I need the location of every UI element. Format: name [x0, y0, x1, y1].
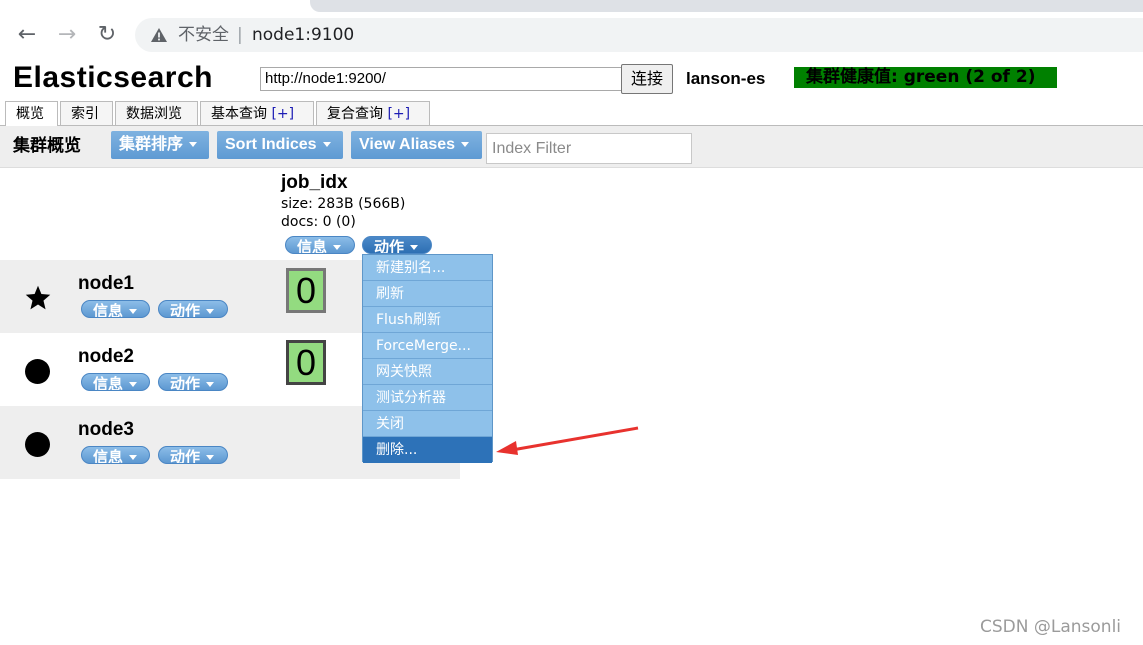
tab-label: 复合查询 — [327, 106, 383, 122]
button-label: 集群排序 — [119, 136, 184, 153]
caret-down-icon — [206, 309, 215, 314]
tab-label: 索引 — [71, 106, 99, 122]
app-title: Elasticsearch — [13, 61, 213, 94]
circle-icon — [25, 359, 50, 384]
tab-label: 数据浏览 — [126, 106, 182, 122]
index-action-menu: 新建别名... 刷新 Flush刷新 ForceMerge... 网关快照 测试… — [362, 254, 493, 463]
node-name: node3 — [78, 419, 134, 440]
node-info-button[interactable]: 信息 — [81, 446, 150, 464]
menu-item-gateway-snapshot[interactable]: 网关快照 — [363, 359, 492, 385]
caret-down-icon — [461, 142, 470, 148]
caret-down-icon — [189, 142, 198, 148]
index-docs: docs: 0 (0) — [281, 214, 356, 230]
tab-plus[interactable]: [+] — [271, 106, 294, 122]
node-info-button[interactable]: 信息 — [81, 300, 150, 318]
annotation-arrow-icon — [496, 426, 639, 455]
caret-down-icon — [322, 142, 331, 148]
menu-item-new-alias[interactable]: 新建别名... — [363, 255, 492, 281]
circle-icon — [25, 432, 50, 457]
node-name: node1 — [78, 273, 134, 294]
button-label: 动作 — [170, 448, 201, 464]
browser-tab-strip — [310, 0, 1143, 12]
caret-down-icon — [129, 382, 138, 387]
shard-box[interactable]: 0 — [286, 268, 326, 313]
button-label: 信息 — [93, 302, 124, 318]
node-info-button[interactable]: 信息 — [81, 373, 150, 391]
watermark: CSDN @Lansonli — [980, 617, 1122, 637]
index-action-button[interactable]: 动作 — [362, 236, 432, 254]
menu-item-flush[interactable]: Flush刷新 — [363, 307, 492, 333]
forward-icon[interactable]: → — [54, 22, 80, 48]
caret-down-icon — [129, 455, 138, 460]
button-label: 信息 — [93, 448, 124, 464]
shard-box[interactable]: 0 — [286, 340, 326, 385]
es-url-input[interactable]: http://node1:9200/ — [260, 67, 626, 91]
tab-label: 基本查询 — [211, 106, 267, 122]
caret-down-icon — [129, 309, 138, 314]
address-url[interactable]: node1:9100 — [252, 24, 354, 46]
cluster-name: lanson-es — [686, 69, 766, 88]
tab-browser[interactable]: 数据浏览 — [115, 101, 198, 125]
sort-cluster-button[interactable]: 集群排序 — [111, 131, 209, 159]
button-label: View Aliases — [359, 136, 456, 153]
tab-compound-query[interactable]: 复合查询 [+] — [316, 101, 430, 125]
caret-down-icon — [333, 245, 342, 250]
button-label: 动作 — [170, 302, 201, 318]
caret-down-icon — [206, 382, 215, 387]
cluster-health-badge: 集群健康值: green (2 of 2) — [794, 67, 1057, 88]
menu-item-delete[interactable]: 删除... — [363, 437, 492, 463]
menu-item-refresh[interactable]: 刷新 — [363, 281, 492, 307]
tab-indices[interactable]: 索引 — [60, 101, 113, 125]
sort-indices-button[interactable]: Sort Indices — [217, 131, 343, 159]
menu-item-force-merge[interactable]: ForceMerge... — [363, 333, 492, 359]
tab-overview[interactable]: 概览 — [5, 101, 58, 126]
caret-down-icon — [410, 245, 419, 250]
view-aliases-button[interactable]: View Aliases — [351, 131, 482, 159]
warning-icon — [151, 28, 167, 42]
address-separator: | — [237, 25, 243, 45]
menu-item-close[interactable]: 关闭 — [363, 411, 492, 437]
tab-label: 概览 — [16, 106, 44, 122]
caret-down-icon — [206, 455, 215, 460]
menu-item-test-analyzer[interactable]: 测试分析器 — [363, 385, 492, 411]
node-action-button[interactable]: 动作 — [158, 300, 228, 318]
node-name: node2 — [78, 346, 134, 367]
overview-title: 集群概览 — [13, 136, 81, 156]
button-label: 动作 — [170, 375, 201, 391]
index-size: size: 283B (566B) — [281, 196, 406, 212]
back-icon[interactable]: ← — [14, 22, 40, 48]
node-action-button[interactable]: 动作 — [158, 446, 228, 464]
button-label: 信息 — [297, 238, 328, 254]
index-name: job_idx — [281, 172, 348, 193]
button-label: 信息 — [93, 375, 124, 391]
tab-basic-query[interactable]: 基本查询 [+] — [200, 101, 314, 125]
security-label[interactable]: 不安全 — [178, 24, 229, 46]
reload-icon[interactable]: ↻ — [94, 22, 120, 48]
tab-plus[interactable]: [+] — [387, 106, 410, 122]
star-icon — [25, 285, 51, 310]
connect-button[interactable]: 连接 — [621, 64, 673, 94]
index-filter-input[interactable]: Index Filter — [486, 133, 692, 164]
button-label: Sort Indices — [225, 136, 317, 153]
index-info-button[interactable]: 信息 — [285, 236, 355, 254]
node-action-button[interactable]: 动作 — [158, 373, 228, 391]
button-label: 动作 — [374, 238, 405, 254]
